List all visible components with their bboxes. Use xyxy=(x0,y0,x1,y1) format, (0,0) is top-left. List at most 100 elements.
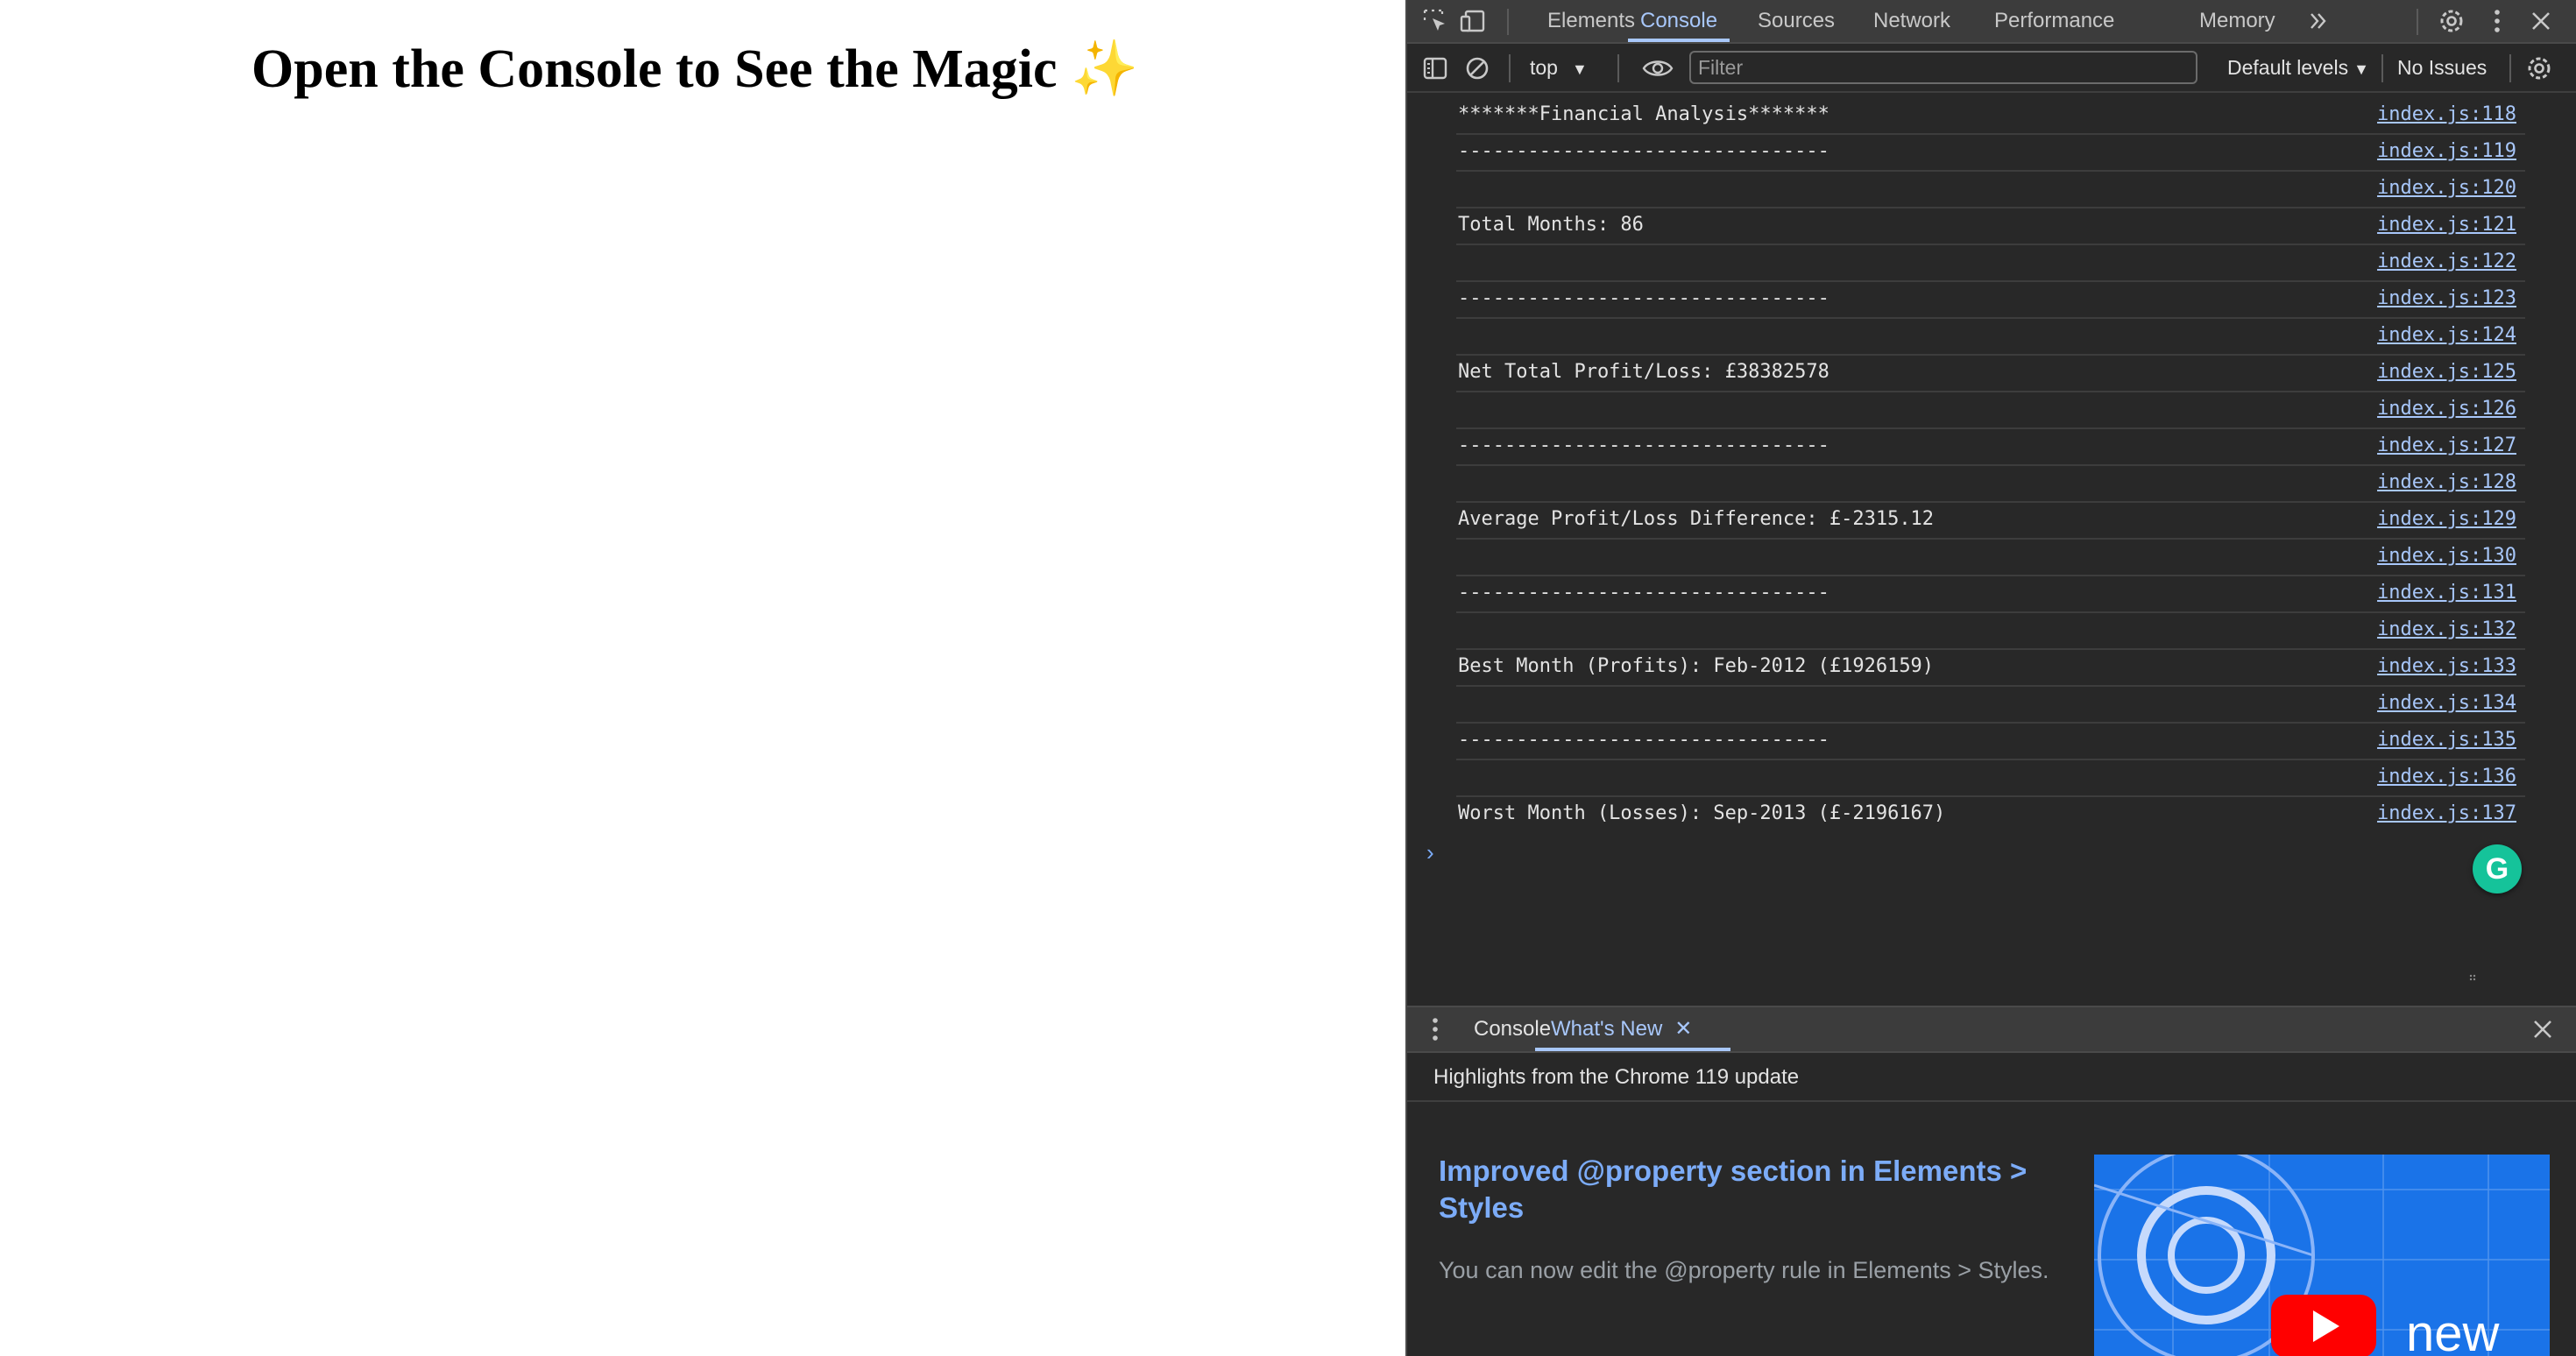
console-prompt-icon[interactable]: › xyxy=(1426,839,1434,866)
source-link[interactable]: index.js:133 xyxy=(2377,655,2516,677)
devtools-tab-bar: Elements Console Sources Network Perform… xyxy=(1407,0,2576,44)
source-link[interactable]: index.js:126 xyxy=(2377,398,2516,420)
console-message: *******Financial Analysis******* index.js… xyxy=(1456,98,2525,135)
source-link[interactable]: index.js:132 xyxy=(2377,618,2516,640)
divider xyxy=(2509,54,2511,82)
console-message: index.js:132 xyxy=(1456,613,2525,650)
console-message: Average Profit/Loss Difference: £-2315.1… xyxy=(1456,503,2525,540)
web-page: Open the Console to See the Magic ✨ xyxy=(0,0,1405,1356)
chevron-down-icon: ▼ xyxy=(1571,60,1588,78)
console-message: index.js:124 xyxy=(1456,319,2525,356)
console-message: Net Total Profit/Loss: £38382578 index.js… xyxy=(1456,356,2525,392)
drag-handle-icon[interactable] xyxy=(2469,974,2478,983)
console-message: index.js:120 xyxy=(1456,172,2525,208)
log-levels-dropdown[interactable]: Default levels ▼ xyxy=(2227,51,2369,84)
console-message: -------------------------------- index.js… xyxy=(1456,724,2525,760)
drawer-tab-bar: Console What's New ✕ xyxy=(1407,1006,2576,1053)
message-text: -------------------------------- xyxy=(1458,582,1829,604)
source-link[interactable]: index.js:129 xyxy=(2377,508,2516,530)
console-message: index.js:134 xyxy=(1456,687,2525,724)
message-text: *******Financial Analysis******* xyxy=(1458,103,1829,125)
source-link[interactable]: index.js:135 xyxy=(2377,729,2516,751)
live-expression-eye-icon[interactable] xyxy=(1642,53,1674,84)
feature-description: You can now edit the @property rule in E… xyxy=(1439,1257,2049,1283)
source-link[interactable]: index.js:130 xyxy=(2377,545,2516,567)
console-settings-gear-icon[interactable] xyxy=(2523,53,2555,84)
divider xyxy=(1507,9,1509,35)
message-text: -------------------------------- xyxy=(1458,140,1829,162)
console-output: *******Financial Analysis******* index.js… xyxy=(1407,93,2576,1006)
message-text: -------------------------------- xyxy=(1458,729,1829,751)
console-message: index.js:126 xyxy=(1456,392,2525,429)
highlights-banner: Highlights from the Chrome 119 update xyxy=(1407,1053,2576,1102)
source-link[interactable]: index.js:137 xyxy=(2377,802,2516,824)
context-selector[interactable]: top ▼ xyxy=(1530,51,1588,84)
source-link[interactable]: index.js:121 xyxy=(2377,214,2516,236)
chrome-logo-graphic: new xyxy=(2094,1155,2550,1356)
settings-gear-icon[interactable] xyxy=(2436,5,2467,37)
console-toolbar: top ▼ Filter Default levels ▼ No Issues xyxy=(1407,44,2576,93)
message-text: Worst Month (Losses): Sep-2013 (£-219616… xyxy=(1458,802,1946,824)
kebab-menu-icon[interactable] xyxy=(2481,5,2513,37)
message-text: Net Total Profit/Loss: £38382578 xyxy=(1458,361,1829,383)
more-tabs-icon[interactable] xyxy=(2303,5,2334,37)
source-link[interactable]: index.js:123 xyxy=(2377,287,2516,309)
console-message: index.js:130 xyxy=(1456,540,2525,576)
issues-counter[interactable]: No Issues xyxy=(2397,51,2487,84)
chevron-down-icon: ▼ xyxy=(2353,60,2369,78)
devtools-panel: Elements Console Sources Network Perform… xyxy=(1405,0,2576,1356)
source-link[interactable]: index.js:136 xyxy=(2377,766,2516,787)
tab-console[interactable]: Console xyxy=(1627,0,1730,42)
tab-sources[interactable]: Sources xyxy=(1758,0,1835,42)
console-message: index.js:122 xyxy=(1456,245,2525,282)
tab-elements[interactable]: Elements xyxy=(1547,0,1635,42)
console-message: -------------------------------- index.js… xyxy=(1456,135,2525,172)
source-link[interactable]: index.js:134 xyxy=(2377,692,2516,714)
tab-network[interactable]: Network xyxy=(1873,0,1950,42)
clear-console-icon[interactable] xyxy=(1461,53,1493,84)
close-drawer-icon[interactable] xyxy=(2527,1013,2558,1045)
page-title: Open the Console to See the Magic ✨ xyxy=(251,39,1139,99)
message-text: -------------------------------- xyxy=(1458,287,1829,309)
highlights-text: Highlights from the Chrome 119 update xyxy=(1433,1065,1800,1089)
close-devtools-icon[interactable] xyxy=(2525,5,2557,37)
drawer-tab-whats-new[interactable]: What's New ✕ xyxy=(1534,1007,1731,1051)
source-link[interactable]: index.js:118 xyxy=(2377,103,2516,125)
video-thumbnail[interactable]: new xyxy=(2094,1155,2550,1356)
source-link[interactable]: index.js:127 xyxy=(2377,434,2516,456)
message-text: Average Profit/Loss Difference: £-2315.1… xyxy=(1458,508,1935,530)
console-message: -------------------------------- index.js… xyxy=(1456,282,2525,319)
filter-input[interactable]: Filter xyxy=(1689,51,2197,84)
divider xyxy=(1617,54,1619,82)
console-message: index.js:136 xyxy=(1456,760,2525,797)
source-link[interactable]: index.js:128 xyxy=(2377,471,2516,493)
tab-performance[interactable]: Performance xyxy=(1994,0,2114,42)
thumbnail-word: new xyxy=(2406,1305,2501,1356)
close-tab-icon[interactable]: ✕ xyxy=(1674,1017,1692,1041)
divider xyxy=(1509,54,1511,82)
inspect-element-icon[interactable] xyxy=(1419,5,1451,37)
source-link[interactable]: index.js:120 xyxy=(2377,177,2516,199)
console-message: -------------------------------- index.js… xyxy=(1456,429,2525,466)
drawer-tab-console[interactable]: Console xyxy=(1474,1007,1551,1051)
drawer-menu-icon[interactable] xyxy=(1419,1013,1451,1045)
source-link[interactable]: index.js:122 xyxy=(2377,251,2516,272)
grammarly-button[interactable]: G xyxy=(2473,844,2522,893)
console-message: Best Month (Profits): Feb-2012 (£1926159… xyxy=(1456,650,2525,687)
tab-memory[interactable]: Memory xyxy=(2199,0,2275,42)
message-text: -------------------------------- xyxy=(1458,434,1829,456)
device-toolbar-icon[interactable] xyxy=(1458,5,1490,37)
console-message: -------------------------------- index.js… xyxy=(1456,576,2525,613)
source-link[interactable]: index.js:125 xyxy=(2377,361,2516,383)
console-message: Total Months: 86 index.js:121 xyxy=(1456,208,2525,245)
console-message: Worst Month (Losses): Sep-2013 (£-219616… xyxy=(1456,797,2525,834)
console-message: index.js:128 xyxy=(1456,466,2525,503)
sidebar-toggle-icon[interactable] xyxy=(1419,53,1451,84)
grammarly-icon: G xyxy=(2485,851,2509,886)
sparkles-icon: ✨ xyxy=(1071,39,1139,99)
source-link[interactable]: index.js:119 xyxy=(2377,140,2516,162)
feature-title-link[interactable]: Improved @property section in Elements >… xyxy=(1439,1153,2087,1226)
message-text: Total Months: 86 xyxy=(1458,214,1644,236)
source-link[interactable]: index.js:131 xyxy=(2377,582,2516,604)
source-link[interactable]: index.js:124 xyxy=(2377,324,2516,346)
